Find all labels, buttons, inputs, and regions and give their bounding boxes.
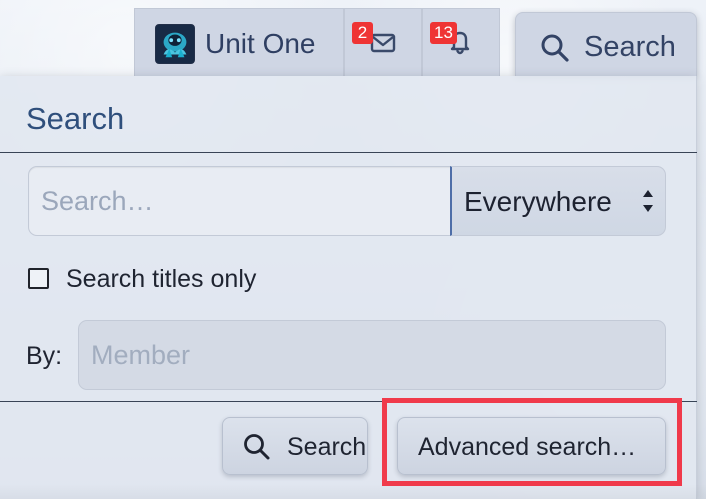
search-button[interactable]: Search	[222, 417, 368, 475]
advanced-search-button[interactable]: Advanced search…	[397, 417, 666, 475]
chevron-up-down-icon	[641, 188, 655, 214]
user-name[interactable]: Unit One	[205, 28, 316, 60]
top-search-label[interactable]: Search	[584, 30, 676, 64]
page-title: Search	[26, 101, 125, 136]
member-field[interactable]	[78, 320, 666, 390]
divider-bottom	[0, 401, 697, 402]
search-button-label: Search	[287, 433, 367, 461]
alerts-badge: 13	[430, 22, 457, 44]
divider-top	[0, 152, 697, 153]
search-titles-only-checkbox[interactable]	[28, 268, 49, 289]
bottom-edge	[0, 484, 706, 499]
conversations-badge: 2	[352, 22, 373, 44]
scope-selected-value: Everywhere	[464, 186, 612, 217]
search-input[interactable]	[29, 167, 451, 235]
avatar[interactable]	[155, 24, 195, 64]
member-input[interactable]	[79, 321, 665, 389]
search-icon[interactable]	[538, 31, 572, 65]
search-titles-only-label[interactable]: Search titles only	[66, 264, 256, 294]
keyword-field[interactable]	[28, 166, 451, 236]
advanced-search-label: Advanced search…	[418, 433, 637, 461]
search-icon	[241, 431, 273, 463]
avatar-image	[156, 25, 194, 63]
by-label: By:	[26, 342, 63, 370]
top-navigation-bar: Unit One 2 13 Search	[0, 0, 706, 76]
search-scope-select[interactable]: Everywhere	[450, 166, 666, 236]
